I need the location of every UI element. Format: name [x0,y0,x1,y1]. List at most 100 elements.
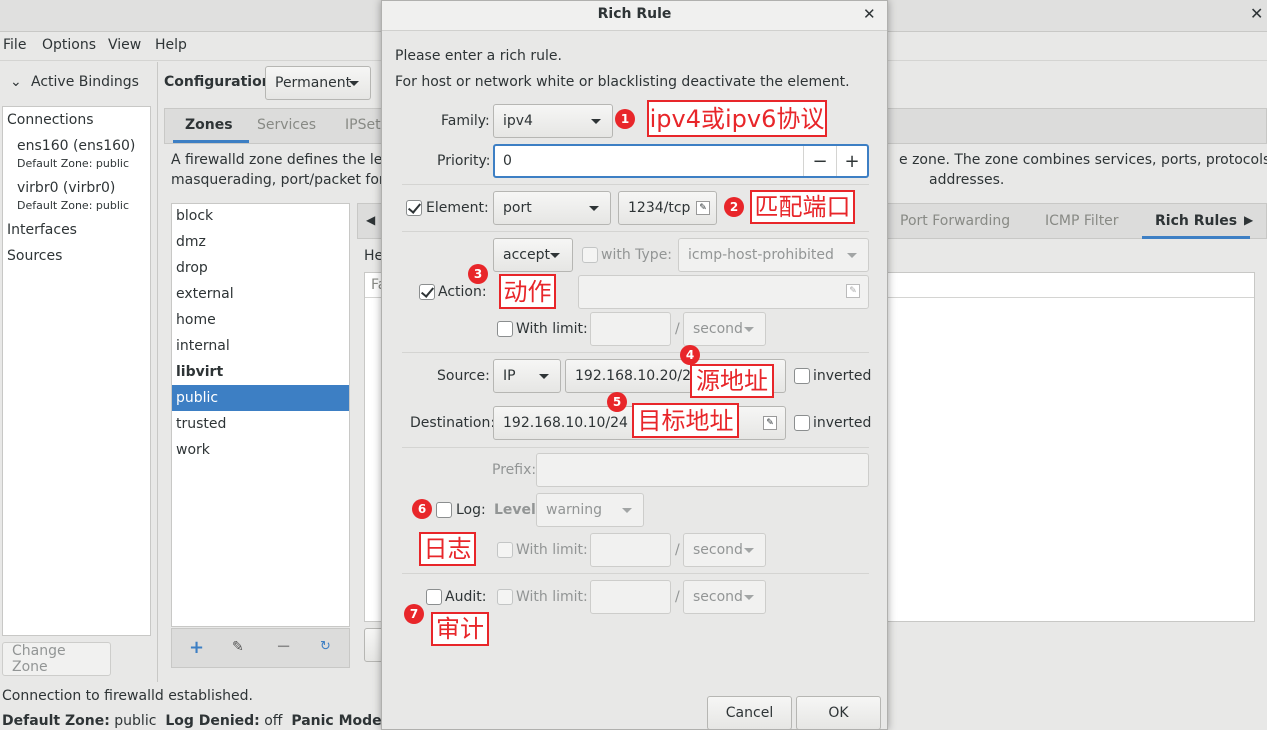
zones-toolbar: + ✎ − ↻ [171,628,350,668]
destination-inverted-checkbox[interactable] [794,415,810,431]
menu-file[interactable]: File [3,37,26,53]
active-bindings-header[interactable]: ⌄ Active Bindings [0,64,157,102]
zone-label: external [176,286,234,302]
tab-services[interactable]: Services [257,117,316,133]
audit-checkbox[interactable] [426,589,442,605]
edit-entry-icon[interactable]: ✎ [763,416,777,430]
menu-help[interactable]: Help [155,37,187,53]
dialog-title: Rich Rule [597,6,672,22]
close-icon[interactable]: ✕ [863,5,876,23]
log-with-limit-checkbox[interactable] [497,542,513,558]
with-type-select[interactable]: icmp-host-prohibited [678,238,869,272]
connection-item[interactable]: virbr0 (virbr0) [17,180,115,196]
configuration-select[interactable]: Permanent [265,66,371,100]
priority-increment-button[interactable]: + [836,146,867,176]
zone-item[interactable]: home [172,307,349,333]
source-label: Source: [437,368,490,384]
log-limit-value[interactable] [590,533,671,567]
zone-label: work [176,442,210,458]
element-type-select[interactable]: port [493,191,611,225]
annotation-number: 4 [680,345,700,365]
zone-item[interactable]: block [172,203,349,229]
chevron-down-icon: ⌄ [10,74,22,90]
source-type-value: IP [503,368,516,384]
log-level-select[interactable]: warning [536,493,644,527]
zone-item[interactable]: dmz [172,229,349,255]
zone-item[interactable]: work [172,437,349,463]
action-value-field[interactable] [578,275,869,309]
limit-unit-value: second [693,542,743,558]
tab-port-forwarding[interactable]: Port Forwarding [900,213,1010,229]
sources-header[interactable]: Sources [7,248,62,264]
connections-header: Connections [7,112,94,128]
log-denied-label: Log Denied: [165,713,260,729]
ok-button[interactable]: OK [796,696,881,729]
annotation-number: 2 [724,197,744,217]
log-level-value: warning [546,502,603,518]
active-bindings-label: Active Bindings [31,74,139,90]
zone-item-selected[interactable]: public [172,385,349,411]
zone-item[interactable]: trusted [172,411,349,437]
configuration-label: Configuration: [164,74,278,90]
menu-options[interactable]: Options [42,37,96,53]
action-checkbox[interactable] [419,284,435,300]
action-select[interactable]: accept [493,238,573,272]
annotation-label: 目标地址 [632,403,739,438]
audit-with-limit-checkbox[interactable] [497,589,513,605]
source-type-select[interactable]: IP [493,359,561,393]
connection-item[interactable]: ens160 (ens160) [17,138,135,154]
edit-entry-icon[interactable]: ✎ [696,201,710,215]
chevron-down-icon [539,374,549,379]
zone-item[interactable]: drop [172,255,349,281]
action-limit-unit-select[interactable]: second [683,312,766,346]
element-value-field[interactable]: 1234/tcp ✎ [618,191,717,225]
log-limit-unit-select[interactable]: second [683,533,766,567]
source-inverted-checkbox[interactable] [794,368,810,384]
zone-item[interactable]: internal [172,333,349,359]
tab-rich-rules[interactable]: Rich Rules [1155,213,1237,229]
log-checkbox[interactable] [436,502,452,518]
tab-scroll-left-icon[interactable]: ◀ [366,213,375,227]
dialog-intro: For host or network white or blacklistin… [395,74,850,90]
zone-label: public [176,390,219,406]
chevron-down-icon [591,119,601,124]
action-limit-value[interactable] [590,312,671,346]
chevron-down-icon [550,253,560,258]
interfaces-header[interactable]: Interfaces [7,222,77,238]
log-prefix-field[interactable] [536,453,869,487]
pane-divider[interactable] [157,62,158,682]
reload-icon[interactable]: ↻ [320,639,331,654]
audit-limit-unit-select[interactable]: second [683,580,766,614]
tab-zones[interactable]: Zones [185,117,233,133]
tab-icmp-filter[interactable]: ICMP Filter [1045,213,1119,229]
element-checkbox[interactable] [406,200,422,216]
with-type-label: with Type: [601,247,673,263]
edit-entry-icon[interactable]: ✎ [846,284,860,298]
tab-scroll-right-icon[interactable]: ▶ [1244,213,1253,227]
priority-label: Priority: [437,153,491,169]
main-close-icon[interactable]: ✕ [1250,4,1263,23]
menu-view[interactable]: View [108,37,141,53]
zone-item[interactable]: external [172,281,349,307]
limit-unit-value: second [693,589,743,605]
cancel-button[interactable]: Cancel [707,696,792,729]
zone-label: dmz [176,234,206,250]
source-inverted-label: inverted [813,368,872,384]
zone-item[interactable]: libvirt [172,359,349,385]
change-zone-button[interactable]: Change Zone [2,642,111,676]
family-select[interactable]: ipv4 [493,104,613,138]
edit-icon[interactable]: ✎ [232,639,244,655]
chevron-down-icon [744,595,754,600]
section-divider [402,231,869,232]
element-value: 1234/tcp [628,200,691,216]
audit-limit-value[interactable] [590,580,671,614]
action-with-limit-checkbox[interactable] [497,321,513,337]
add-icon[interactable]: + [189,637,204,658]
with-type-checkbox[interactable] [582,247,598,263]
remove-icon[interactable]: − [276,636,291,657]
zone-label: home [176,312,216,328]
annotation-label: 日志 [419,532,476,566]
chevron-down-icon [744,327,754,332]
priority-decrement-button[interactable]: − [803,146,836,176]
priority-value: 0 [503,153,512,169]
